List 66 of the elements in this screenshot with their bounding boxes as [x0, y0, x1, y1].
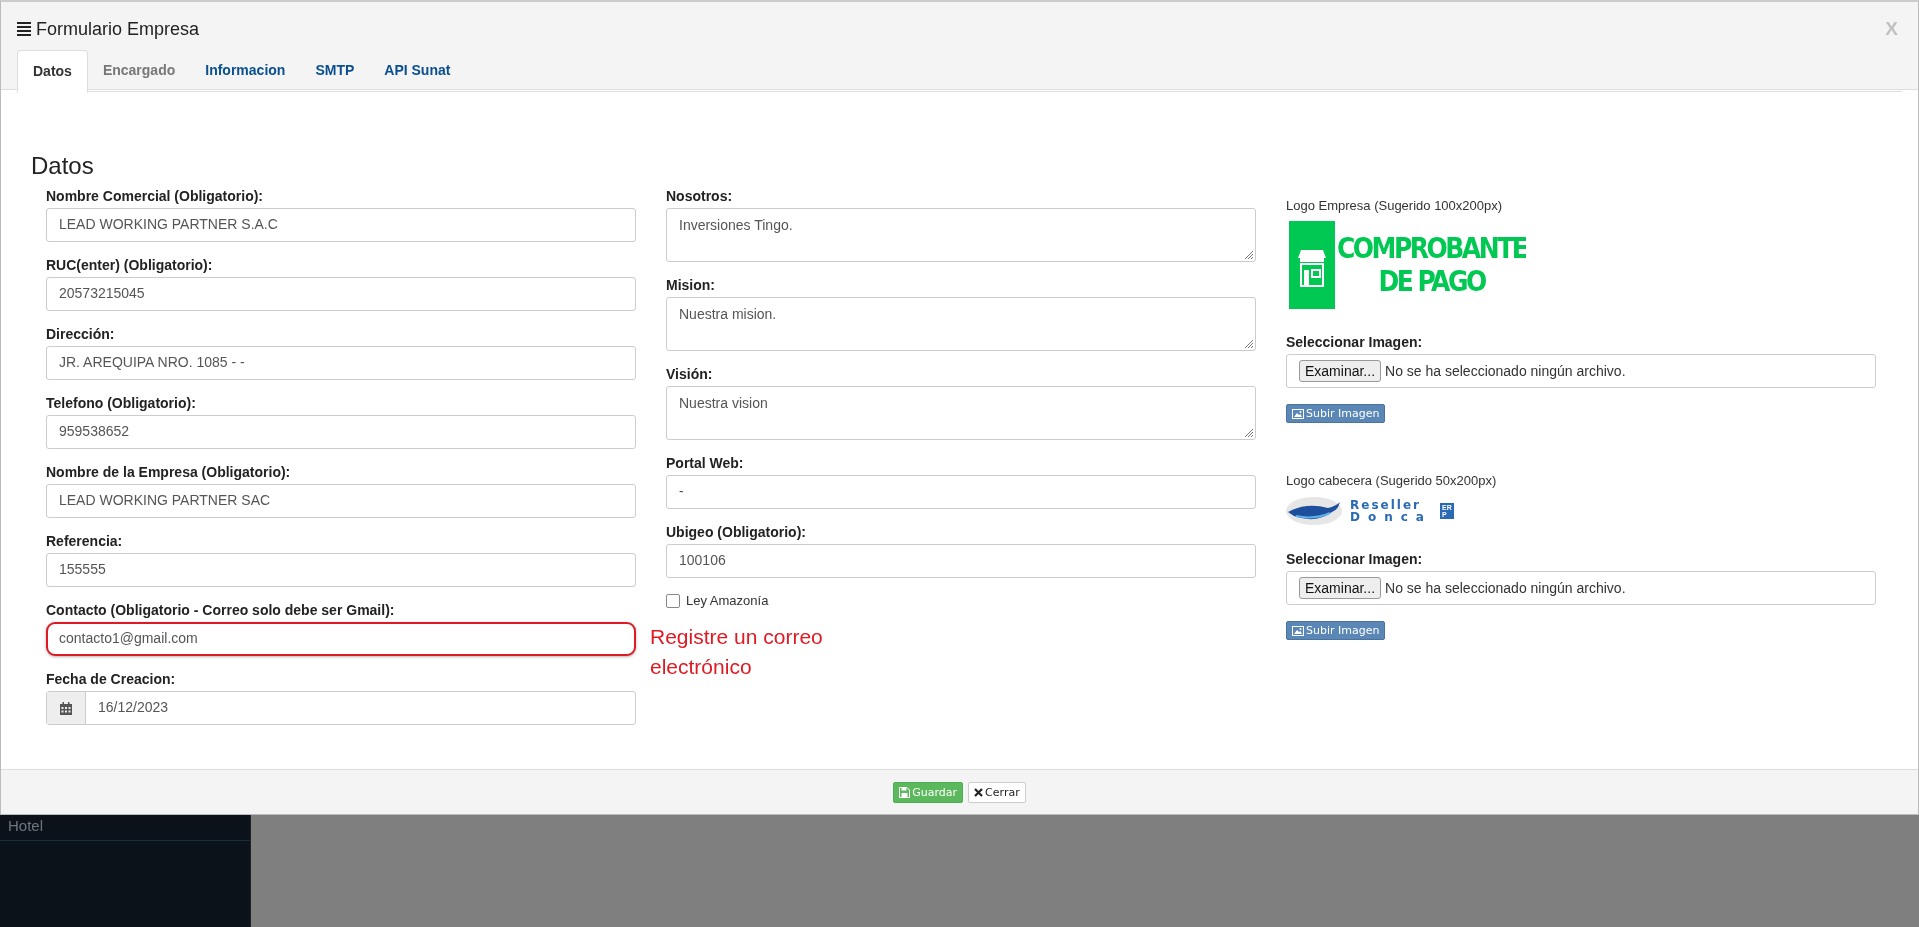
- error-message: Registre un correo electrónico: [650, 624, 824, 680]
- logo-text: Reseller: [1350, 499, 1422, 511]
- file-status: No se ha seleccionado ningún archivo.: [1385, 580, 1626, 596]
- field-label: RUC(enter) (Obligatorio):: [46, 257, 214, 273]
- image-icon: [1292, 408, 1304, 419]
- text-area[interactable]: Inversiones Tingo.: [666, 208, 1256, 262]
- browse-button[interactable]: Examinar...: [1299, 577, 1382, 599]
- field-label: Ubigeo (Obligatorio):: [666, 524, 807, 540]
- calendar-icon: [60, 701, 72, 715]
- text-value: Inversiones Tingo.: [679, 217, 793, 233]
- checkbox[interactable]: [666, 593, 680, 608]
- file-field[interactable]: Examinar... No se ha seleccionado ningún archivo.: [1286, 354, 1876, 388]
- tab[interactable]: API Sunat: [369, 50, 466, 91]
- checkbox-label: Ley Amazonía: [686, 593, 769, 608]
- close-icon: [974, 787, 984, 797]
- field-label: Mision:: [666, 277, 716, 293]
- text-value: Nuestra mision.: [679, 306, 777, 322]
- field-label: Visión:: [666, 366, 714, 382]
- field-label: Nosotros:: [666, 188, 734, 204]
- browse-button[interactable]: Examinar...: [1299, 360, 1382, 382]
- file-field[interactable]: Examinar... No se ha seleccionado ningún archivo.: [1286, 571, 1876, 605]
- input-field[interactable]: contacto1@gmail.com: [46, 622, 636, 656]
- input-field[interactable]: 155555: [46, 553, 636, 587]
- upload-button[interactable]: Subir Imagen: [1286, 621, 1386, 640]
- input-field[interactable]: LEAD WORKING PARTNER S.A.C: [46, 208, 636, 242]
- store-icon: [1289, 221, 1335, 309]
- field-label: Nombre Comercial (Obligatorio):: [46, 188, 265, 204]
- field-label: Nombre de la Empresa (Obligatorio):: [46, 464, 292, 480]
- input-field[interactable]: -: [666, 475, 1256, 509]
- field-label: Telefono (Obligatorio):: [46, 395, 197, 411]
- logo-label: Logo Empresa (Sugerido 100x200px): [1286, 198, 1504, 213]
- whale-icon: [1286, 496, 1342, 526]
- resize-grip-icon: [1244, 250, 1254, 260]
- field-label: Seleccionar Imagen:: [1286, 551, 1424, 567]
- text-area[interactable]: Nuestra vision: [666, 386, 1256, 440]
- field-label: Referencia:: [46, 533, 124, 549]
- tab[interactable]: SMTP: [300, 50, 370, 91]
- input-field[interactable]: LEAD WORKING PARTNER SAC: [46, 484, 636, 518]
- resize-grip-icon: [1244, 428, 1254, 438]
- field-label: Portal Web:: [666, 455, 745, 471]
- sidebar-item[interactable]: Hotel: [0, 815, 250, 841]
- logo-label: Logo cabecera (Sugerido 50x200px): [1286, 473, 1498, 488]
- close-button[interactable]: Cerrar: [968, 781, 1026, 803]
- upload-button[interactable]: Subir Imagen: [1286, 404, 1386, 423]
- input-field[interactable]: 959538652: [46, 415, 636, 449]
- menu-icon: [17, 21, 31, 37]
- input-field[interactable]: 100106: [666, 544, 1256, 578]
- input-field[interactable]: JR. AREQUIPA NRO. 1085 - -: [46, 346, 636, 380]
- resize-grip-icon: [1244, 339, 1254, 349]
- file-status: No se ha seleccionado ningún archivo.: [1385, 363, 1626, 379]
- field-label: Fecha de Creacion:: [46, 671, 177, 687]
- logo-text: Donca: [1350, 511, 1432, 523]
- input-field[interactable]: 20573215045: [46, 277, 636, 311]
- tab[interactable]: Informacion: [190, 50, 301, 91]
- modal-title: Formulario Empresa: [36, 18, 200, 40]
- text-area[interactable]: Nuestra mision.: [666, 297, 1256, 351]
- text-value: Nuestra vision: [679, 395, 768, 411]
- tab[interactable]: Datos: [17, 50, 88, 93]
- image-icon: [1292, 625, 1304, 636]
- field-label: Contacto (Obligatorio - Correo solo debe ser Gmail):: [46, 602, 396, 618]
- field-label: Dirección:: [46, 326, 116, 342]
- section-heading: Datos: [31, 152, 95, 180]
- date-field[interactable]: 16/12/2023: [46, 691, 636, 725]
- save-icon: [899, 786, 911, 798]
- date-value: 16/12/2023: [97, 698, 170, 717]
- field-label: Seleccionar Imagen:: [1286, 334, 1424, 350]
